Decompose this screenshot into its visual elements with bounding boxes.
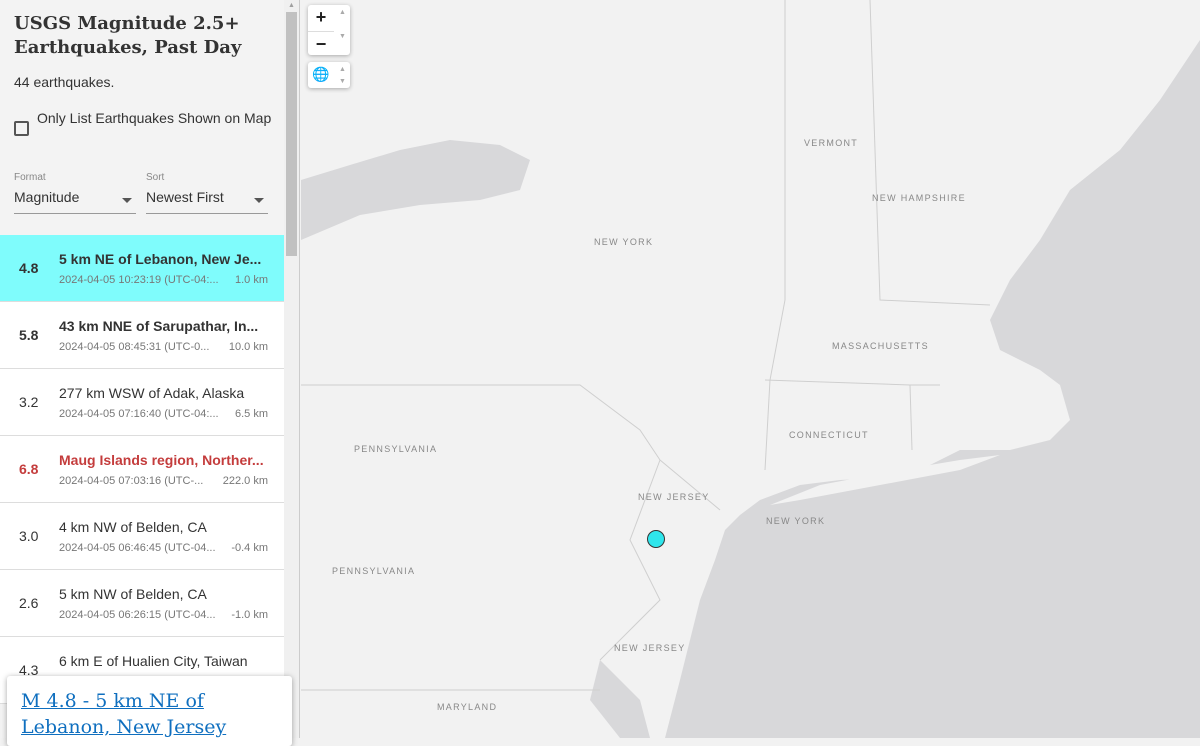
magnitude: 2.6 xyxy=(19,595,39,611)
map-label: MASSACHUSETTS xyxy=(832,341,929,351)
scrollbar-thumb[interactable] xyxy=(286,12,297,256)
basemap-spinner[interactable]: ▲ ▼ xyxy=(335,62,350,88)
location: Maug Islands region, Norther... xyxy=(59,452,264,468)
list-item[interactable]: 5.8 43 km NNE of Sarupathar, In... 2024-04… xyxy=(0,302,284,369)
sort-value: Newest First xyxy=(146,189,224,205)
depth: -1.0 km xyxy=(231,609,268,621)
time: 2024-04-05 08:45:31 (UTC-0... xyxy=(59,341,210,353)
earthquake-marker[interactable] xyxy=(647,530,665,548)
time: 2024-04-05 07:16:40 (UTC-04:... xyxy=(59,408,219,420)
globe-icon[interactable]: 🌐 xyxy=(308,62,334,88)
only-list-checkbox[interactable] xyxy=(14,121,29,136)
magnitude: 5.8 xyxy=(19,327,39,343)
only-list-label[interactable]: Only List Earthquakes Shown on Map xyxy=(37,107,277,129)
magnitude: 3.0 xyxy=(19,528,39,544)
format-value: Magnitude xyxy=(14,189,80,205)
depth: 6.5 km xyxy=(234,408,268,420)
location: 5 km NW of Belden, CA xyxy=(59,586,207,602)
location: 6 km E of Hualien City, Taiwan xyxy=(59,653,248,669)
time: 2024-04-05 06:26:15 (UTC-04... xyxy=(59,609,216,621)
page-title: USGS Magnitude 2.5+ Earthquakes, Past Da… xyxy=(14,13,242,58)
chevron-down-icon xyxy=(254,198,264,203)
list-item[interactable]: 2.6 5 km NW of Belden, CA 2024-04-05 06:26… xyxy=(0,570,284,637)
earthquake-link[interactable]: M 4.8 - 5 km NE of Lebanon, New Jersey xyxy=(21,690,226,738)
sort-label: Sort xyxy=(146,172,165,183)
magnitude: 4.8 xyxy=(19,260,39,276)
time: 2024-04-05 07:03:16 (UTC-... xyxy=(59,475,204,487)
map-label: NEW YORK xyxy=(766,516,826,526)
location: 43 km NNE of Sarupathar, In... xyxy=(59,318,259,334)
time: 2024-04-05 06:46:45 (UTC-04... xyxy=(59,542,216,554)
format-select[interactable]: Format Magnitude xyxy=(14,172,136,214)
chevron-down-icon xyxy=(122,198,132,203)
basemap-control: 🌐 ▲ ▼ xyxy=(308,62,350,88)
earthquake-list: 4.8 5 km NE of Lebanon, New Je... 2024-04-… xyxy=(0,235,284,704)
map-label: MARYLAND xyxy=(437,702,498,712)
map[interactable]: VERMONT NEW HAMPSHIRE NEW YORK MASSACHUS… xyxy=(301,0,1200,738)
basemap xyxy=(301,0,1200,738)
sidebar-scrollbar[interactable]: ▲ xyxy=(284,0,300,738)
map-label: CONNECTICUT xyxy=(789,430,869,440)
location: 277 km WSW of Adak, Alaska xyxy=(59,385,245,401)
magnitude: 3.2 xyxy=(19,394,39,410)
map-label: PENNSYLVANIA xyxy=(332,566,416,576)
zoom-spinner[interactable]: ▲ ▼ xyxy=(335,5,350,55)
map-label: NEW JERSEY xyxy=(638,492,710,502)
location: 4 km NW of Belden, CA xyxy=(59,519,207,535)
list-item[interactable]: 4.8 5 km NE of Lebanon, New Je... 2024-04-… xyxy=(0,235,284,302)
zoom-in-button[interactable]: + xyxy=(308,5,334,31)
map-label: PENNSYLVANIA xyxy=(354,444,438,454)
map-label: VERMONT xyxy=(804,138,859,148)
magnitude: 6.8 xyxy=(19,461,39,477)
depth: -0.4 km xyxy=(231,542,268,554)
zoom-control: + − ▲ ▼ xyxy=(308,5,350,55)
zoom-out-button[interactable]: − xyxy=(308,31,334,57)
earthquake-count: 44 earthquakes. xyxy=(14,74,115,90)
time: 2024-04-05 10:23:19 (UTC-04:... xyxy=(59,274,219,286)
map-label: NEW JERSEY xyxy=(614,643,686,653)
location: 5 km NE of Lebanon, New Je... xyxy=(59,251,262,267)
map-label: NEW YORK xyxy=(594,237,654,247)
format-label: Format xyxy=(14,172,46,183)
depth: 222.0 km xyxy=(222,475,268,487)
list-item[interactable]: 3.0 4 km NW of Belden, CA 2024-04-05 06:46… xyxy=(0,503,284,570)
map-label: NEW HAMPSHIRE xyxy=(872,193,966,203)
list-item[interactable]: 3.2 277 km WSW of Adak, Alaska 2024-04-05 … xyxy=(0,369,284,436)
sidebar: USGS Magnitude 2.5+ Earthquakes, Past Da… xyxy=(0,0,284,738)
sort-select[interactable]: Sort Newest First xyxy=(146,172,268,214)
list-item[interactable]: 6.8 Maug Islands region, Norther... 2024-0… xyxy=(0,436,284,503)
earthquake-popup: M 4.8 - 5 km NE of Lebanon, New Jersey xyxy=(7,676,292,746)
depth: 10.0 km xyxy=(228,341,268,353)
depth: 1.0 km xyxy=(234,274,268,286)
scroll-up-icon[interactable]: ▲ xyxy=(288,2,295,9)
